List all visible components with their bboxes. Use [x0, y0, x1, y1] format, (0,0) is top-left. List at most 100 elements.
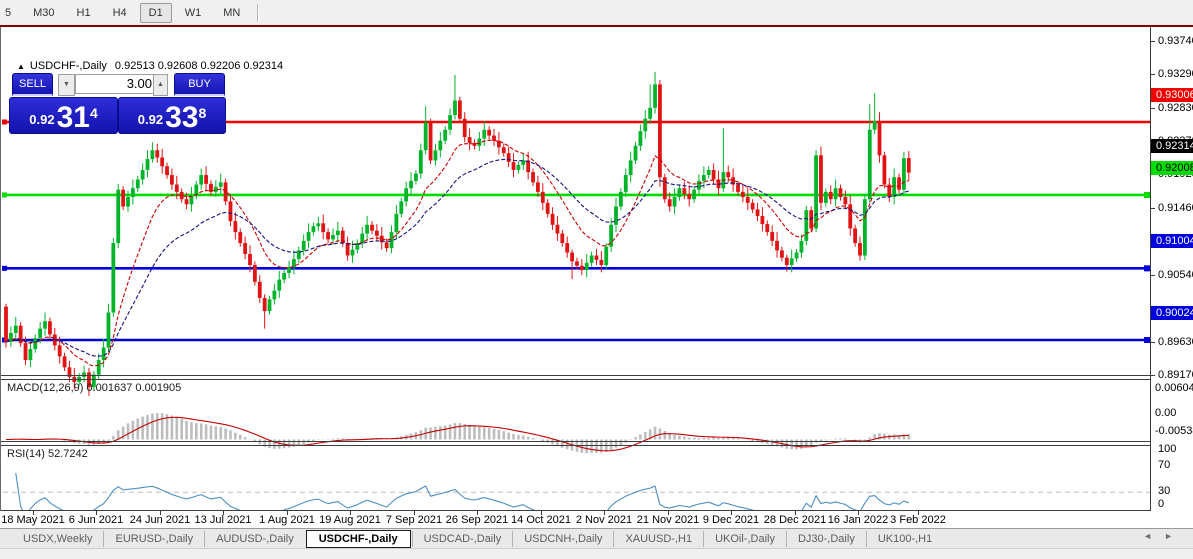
hline-handle-left[interactable] [2, 120, 7, 125]
chart-tab-eurusd-daily[interactable]: EURUSD-,Daily [103, 531, 204, 547]
volume-up-button[interactable]: ▲ [153, 74, 168, 96]
candle-bear [736, 185, 740, 192]
candle-bear [326, 232, 330, 239]
chart-tab-audusd-daily[interactable]: AUDUSD-,Daily [204, 531, 305, 547]
sell-price-tile[interactable]: 0.92314 [9, 97, 118, 134]
chart-title: ▲USDCHF-,Daily0.92513 0.92608 0.92206 0.… [17, 60, 283, 72]
candle-bull [199, 175, 203, 185]
candle-bear [551, 214, 555, 225]
candle-bull [277, 280, 281, 291]
chart-tab-usdx-weekly[interactable]: USDX,Weekly [12, 531, 103, 547]
hline-handle-left[interactable] [2, 192, 7, 197]
price-badge-resistance-line: 0.93006 [1151, 88, 1193, 102]
candle-bear [497, 141, 501, 148]
macd-axis-label: 0.00 [1155, 407, 1176, 419]
candle-bear [731, 177, 735, 184]
candle-bear [570, 253, 574, 262]
macd-indicator-label: MACD(12,26,9) 0.001637 0.001905 [7, 382, 181, 394]
candle-bull [424, 122, 428, 150]
candle-bear [24, 343, 28, 360]
date-label: 2 Nov 2021 [576, 514, 632, 526]
timeframe-button-h1[interactable]: H1 [68, 3, 100, 23]
rsi-panel-top-border[interactable] [1, 445, 1151, 446]
buy-price-prefix: 0.92 [138, 109, 163, 131]
price-scale[interactable]: 0.937400.932900.928300.923700.919200.914… [1150, 27, 1193, 511]
candle-bull [331, 235, 335, 239]
buy-price-tile[interactable]: 0.92338 [118, 97, 226, 134]
price-tick-label: 0.89630 [1158, 336, 1193, 348]
candle-bear [746, 197, 750, 203]
buy-button[interactable]: BUY [174, 73, 225, 96]
candle-bear [380, 236, 384, 243]
candle-bull [29, 349, 33, 360]
time-scale[interactable]: 18 May 20216 Jun 202124 Jun 202113 Jul 2… [0, 511, 1193, 528]
candle-bear [751, 203, 755, 210]
timeframe-button-w1[interactable]: W1 [176, 3, 211, 23]
chart-tab-usdcad-daily[interactable]: USDCAD-,Daily [412, 531, 513, 547]
price-badge-support-line: 0.92008 [1151, 161, 1193, 175]
candle-bear [765, 224, 769, 232]
tab-scroll-left-icon[interactable]: ◄ [1143, 531, 1164, 541]
candle-bear [53, 334, 57, 345]
candle-bull [453, 101, 457, 116]
timeframe-button-m30[interactable]: M30 [24, 3, 63, 23]
tab-scroll-right-icon[interactable]: ► [1164, 531, 1185, 541]
candle-bear [741, 192, 745, 197]
timeframe-button-d1[interactable]: D1 [140, 3, 172, 23]
candle-bull [800, 241, 804, 253]
candle-bull [102, 348, 106, 360]
candle-bear [858, 243, 862, 255]
hline-handle-left[interactable] [2, 337, 7, 342]
chart-tab-xauusd-h1[interactable]: XAUUSD-,H1 [613, 531, 703, 547]
buy-price-pip: 8 [198, 98, 206, 128]
chart-tab-ukoil-daily[interactable]: UKOil-,Daily [703, 531, 786, 547]
candle-bear [687, 194, 691, 199]
volume-input[interactable]: 3.00 [75, 74, 157, 94]
candle-bear [878, 121, 882, 155]
candle-bear [819, 155, 823, 203]
candle-bull [395, 214, 399, 232]
candle-bear [507, 153, 511, 162]
collapse-triangle-icon[interactable]: ▲ [17, 62, 25, 71]
price-tick [1151, 375, 1155, 376]
candle-bull [307, 232, 311, 241]
date-label: 9 Dec 2021 [703, 514, 759, 526]
candle-bull [643, 119, 647, 131]
candle-bull [521, 160, 525, 164]
volume-dropdown-button[interactable]: ▼ [58, 74, 75, 96]
candle-bear [48, 321, 52, 334]
candle-bull [419, 150, 423, 173]
candle-bear [375, 231, 379, 236]
chart-tab-usdchf-daily[interactable]: USDCHF-,Daily [306, 530, 411, 548]
candle-bear [370, 225, 374, 231]
timeframe-button-mn[interactable]: MN [214, 3, 249, 23]
chart-tab-uk100-h1[interactable]: UK100-,H1 [866, 531, 943, 547]
candle-bear [770, 232, 774, 241]
candle-bear [829, 192, 833, 199]
candle-bull [360, 234, 364, 244]
candle-bear [756, 209, 760, 216]
timeframe-toolbar: 5M30H1H4D1W1MN [0, 0, 1193, 25]
hline-handle-left[interactable] [2, 266, 7, 271]
candle-bull [116, 190, 120, 243]
chevron-down-icon: ▼ [63, 81, 70, 88]
candle-bull [146, 159, 150, 170]
chart-tab-usdcnh-daily[interactable]: USDCNH-,Daily [512, 531, 613, 547]
macd-panel-top-border[interactable] [1, 379, 1151, 380]
candle-bear [19, 326, 23, 344]
price-tick [1151, 275, 1155, 276]
timeframe-button-5[interactable]: 5 [0, 3, 20, 23]
chart-window[interactable]: ▲USDCHF-,Daily0.92513 0.92608 0.92206 0.… [0, 27, 1193, 511]
chart-tab-dj30-daily[interactable]: DJ30-,Daily [786, 531, 866, 547]
candle-bear [204, 175, 208, 184]
candle-bear [668, 199, 672, 206]
candle-bull [141, 170, 145, 180]
candle-bear [712, 170, 716, 180]
timeframe-button-h4[interactable]: H4 [104, 3, 136, 23]
candle-bull [316, 223, 320, 226]
candle-bear [531, 172, 535, 182]
candle-bear [429, 122, 433, 160]
price-tick-label: 0.93740 [1158, 35, 1193, 47]
candle-bull [390, 232, 394, 248]
sell-button[interactable]: SELL [12, 73, 53, 96]
